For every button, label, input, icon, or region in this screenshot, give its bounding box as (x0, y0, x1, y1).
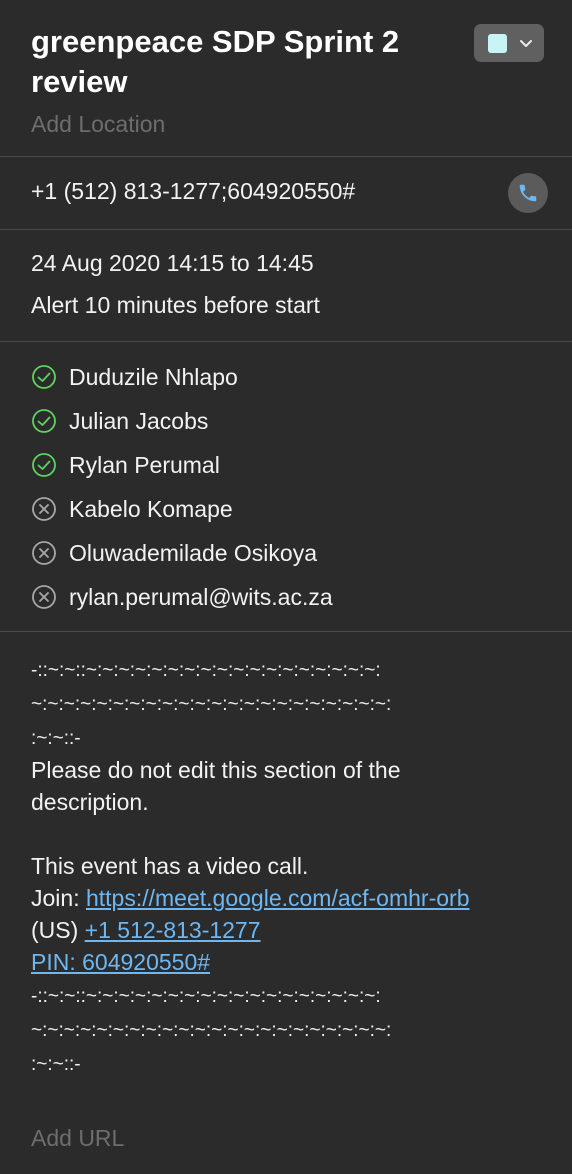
declined-x-icon (32, 497, 56, 521)
chevron-down-icon (520, 40, 532, 47)
attendee-name: Julian Jacobs (69, 407, 209, 434)
declined-x-icon (32, 585, 56, 609)
attendee-row[interactable]: Rylan Perumal (31, 450, 220, 480)
video-call-text: This event has a video call. (31, 853, 309, 879)
accepted-check-icon (32, 365, 56, 389)
separator-line: -::~:~::~:~:~:~:~:~:~:~:~:~:~:~:~:~:~:~:… (31, 660, 381, 681)
separator-line: :~:~::- (31, 1054, 81, 1075)
separator-line: ~:~:~:~:~:~:~:~:~:~:~:~:~:~:~:~:~:~:~:~:… (31, 1020, 392, 1041)
us-label: (US) (31, 917, 85, 943)
calendar-color-picker[interactable] (474, 24, 544, 62)
event-date-time[interactable]: 24 Aug 2020 14:15 to 14:45 (31, 250, 314, 277)
accepted-check-icon (32, 409, 56, 433)
attendee-row[interactable]: Kabelo Komape (31, 494, 233, 524)
attendee-row[interactable]: rylan.perumal@wits.ac.za (31, 582, 333, 612)
declined-x-icon (32, 541, 56, 565)
meet-link[interactable]: https://meet.google.com/acf-omhr-orb (86, 885, 470, 911)
event-alert[interactable]: Alert 10 minutes before start (31, 292, 320, 319)
attendee-row[interactable]: Duduzile Nhlapo (31, 362, 238, 392)
attendee-name: Kabelo Komape (69, 495, 233, 522)
edit-warning-text: Please do not edit this section of the d… (31, 757, 407, 815)
call-button[interactable] (508, 173, 548, 213)
phone-section: +1 (512) 813-1277;604920550# (0, 157, 572, 230)
separator-line: :~:~::- (31, 728, 81, 749)
attendee-name: rylan.perumal@wits.ac.za (69, 583, 333, 610)
add-url-field[interactable]: Add URL (31, 1125, 124, 1152)
accepted-check-icon (32, 453, 56, 477)
pin-link[interactable]: PIN: 604920550# (31, 949, 210, 975)
attendee-name: Duduzile Nhlapo (69, 363, 238, 390)
title-section: greenpeace SDP Sprint 2 review Add Locat… (0, 0, 572, 157)
attendee-row[interactable]: Julian Jacobs (31, 406, 208, 436)
attendee-row[interactable]: Oluwademilade Osikoya (31, 538, 317, 568)
add-location-field[interactable]: Add Location (31, 111, 165, 138)
us-phone-link[interactable]: +1 512-813-1277 (85, 917, 261, 943)
dial-in-number[interactable]: +1 (512) 813-1277;604920550# (31, 178, 355, 205)
separator-line: ~:~:~:~:~:~:~:~:~:~:~:~:~:~:~:~:~:~:~:~:… (31, 694, 392, 715)
phone-icon (519, 184, 537, 202)
notes-section: -::~:~::~:~:~:~:~:~:~:~:~:~:~:~:~:~:~:~:… (0, 632, 572, 1172)
time-section: 24 Aug 2020 14:15 to 14:45 Alert 10 minu… (0, 230, 572, 342)
calendar-color-swatch (488, 34, 507, 53)
event-detail-panel: greenpeace SDP Sprint 2 review Add Locat… (0, 0, 572, 1174)
event-title[interactable]: greenpeace SDP Sprint 2 review (31, 22, 451, 102)
separator-line: -::~:~::~:~:~:~:~:~:~:~:~:~:~:~:~:~:~:~:… (31, 986, 381, 1007)
join-label: Join: (31, 885, 86, 911)
attendees-section: Duduzile Nhlapo Julian Jacobs Rylan Peru… (0, 342, 572, 632)
attendee-name: Rylan Perumal (69, 451, 220, 478)
attendee-name: Oluwademilade Osikoya (69, 539, 318, 566)
event-notes[interactable]: -::~:~::~:~:~:~:~:~:~:~:~:~:~:~:~:~:~:~:… (31, 652, 511, 1080)
